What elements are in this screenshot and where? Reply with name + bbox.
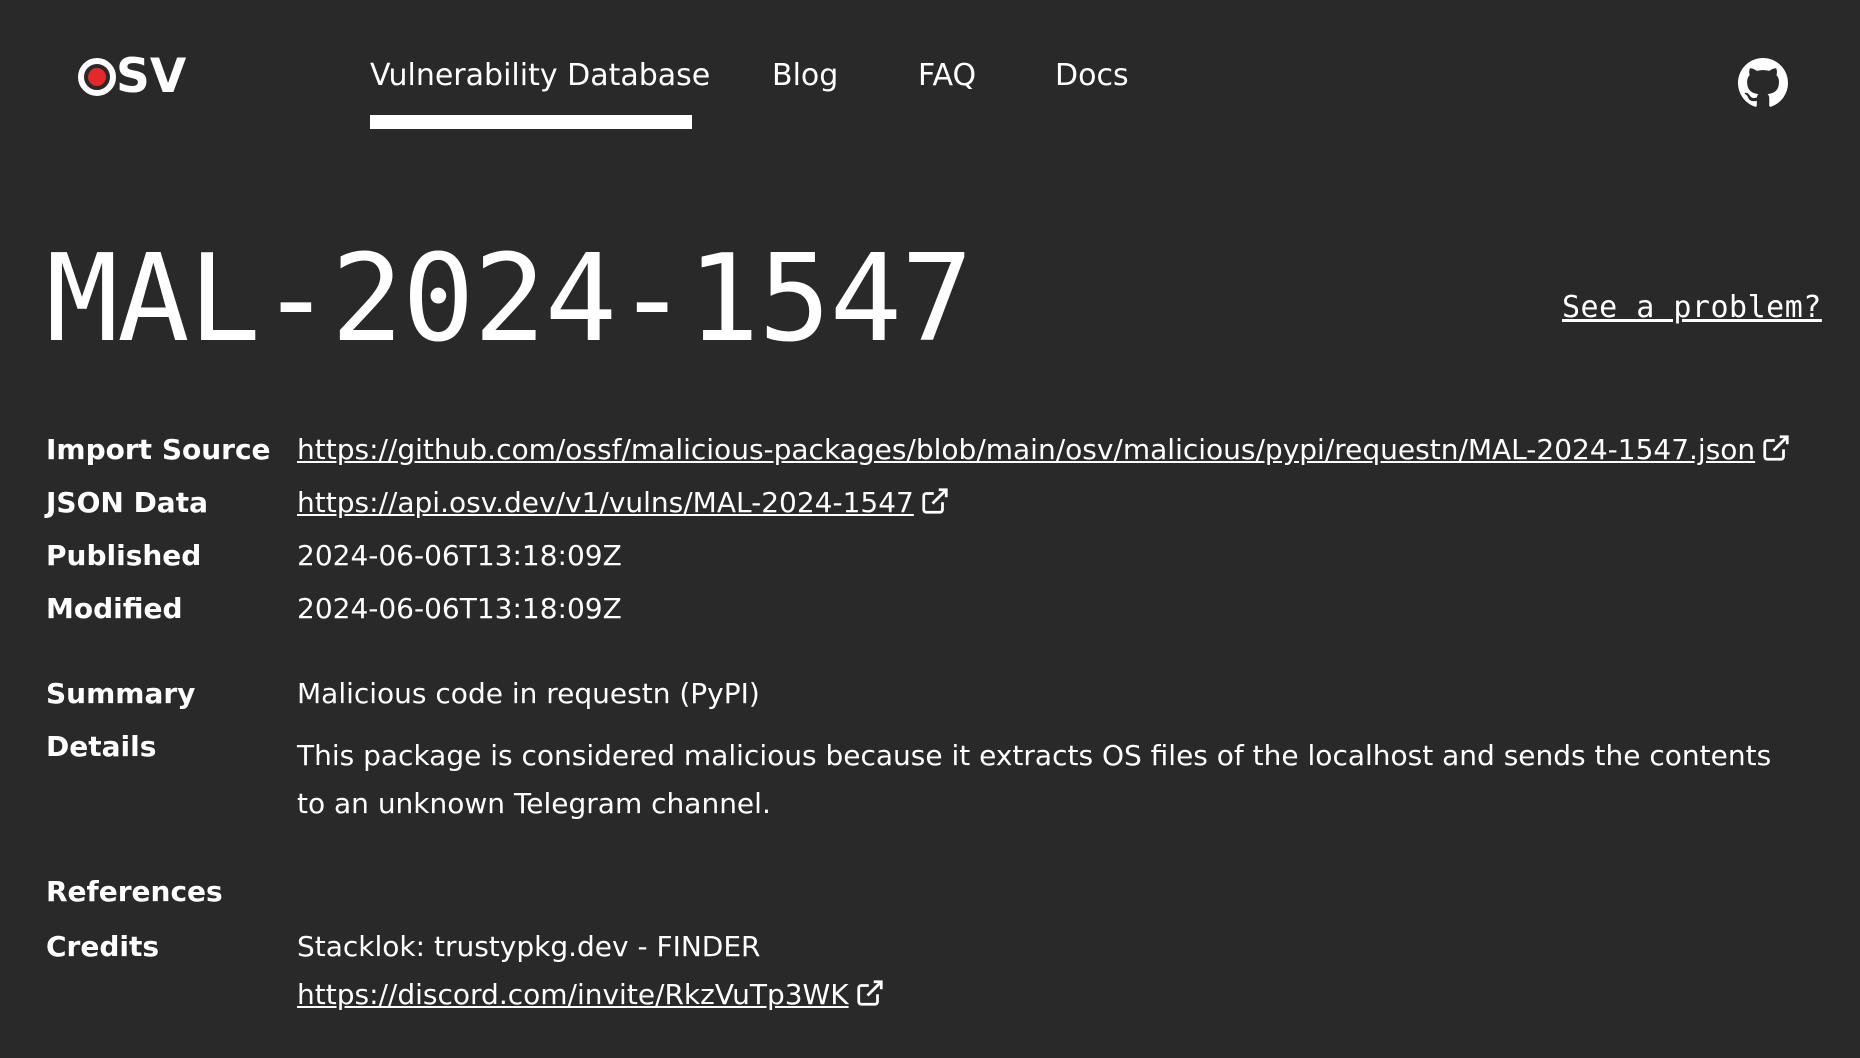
logo-ring-icon — [78, 58, 116, 96]
modified-value: 2024-06-06T13:18:09Z — [297, 592, 622, 625]
github-icon — [1738, 58, 1788, 107]
json-data-link[interactable]: https://api.osv.dev/v1/vulns/MAL-2024-15… — [297, 486, 914, 519]
import-source-value: https://github.com/ossf/malicious-packag… — [297, 430, 1791, 470]
published-label: Published — [46, 539, 202, 572]
osv-logo[interactable]: SV — [78, 52, 186, 102]
external-link-icon[interactable] — [855, 978, 885, 1008]
details-value: This package is considered malicious bec… — [297, 739, 1772, 820]
modified-label: Modified — [46, 592, 183, 625]
published-value: 2024-06-06T13:18:09Z — [297, 539, 622, 572]
details-label: Details — [46, 730, 157, 763]
import-source-link[interactable]: https://github.com/ossf/malicious-packag… — [297, 433, 1755, 466]
see-a-problem-link[interactable]: See a problem? — [1562, 286, 1822, 330]
nav-faq[interactable]: FAQ — [918, 52, 976, 100]
credits-label: Credits — [46, 930, 160, 963]
summary-value: Malicious code in requestn (PyPI) — [297, 677, 760, 710]
nav-blog[interactable]: Blog — [772, 52, 838, 100]
page: SV Vulnerability Database Blog FAQ Docs … — [0, 0, 1860, 1058]
nav-vulnerability-database[interactable]: Vulnerability Database — [370, 52, 710, 100]
nav-docs[interactable]: Docs — [1055, 52, 1129, 100]
external-link-icon[interactable] — [1761, 433, 1791, 463]
credits-link-row: https://discord.com/invite/RkzVuTp3WK — [297, 975, 885, 1015]
json-data-value: https://api.osv.dev/v1/vulns/MAL-2024-15… — [297, 483, 950, 523]
active-nav-indicator — [370, 115, 692, 129]
summary-label: Summary — [46, 677, 196, 710]
logo-red-dot — [88, 68, 106, 86]
credits-value: Stacklok: trustypkg.dev - FINDER — [297, 930, 761, 963]
logo-text: SV — [116, 49, 187, 104]
references-label: References — [46, 875, 223, 908]
vulnerability-id-title: MAL-2024-1547 — [46, 230, 973, 369]
json-data-label: JSON Data — [46, 486, 208, 519]
import-source-label: Import Source — [46, 433, 271, 466]
credits-discord-link[interactable]: https://discord.com/invite/RkzVuTp3WK — [297, 978, 849, 1011]
external-link-icon[interactable] — [920, 486, 950, 516]
